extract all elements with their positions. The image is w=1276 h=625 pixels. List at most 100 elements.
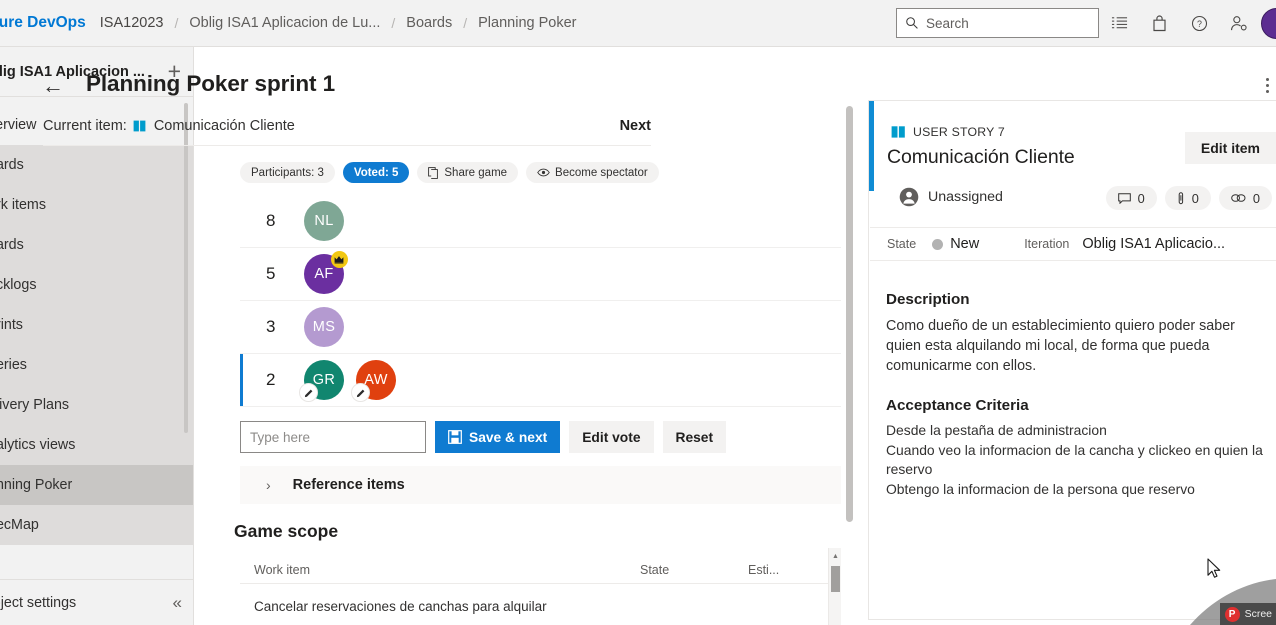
avatar-initials: MS xyxy=(304,307,344,347)
attachment-icon xyxy=(1178,191,1183,204)
breadcrumb-planning-poker[interactable]: Planning Poker xyxy=(478,15,576,31)
work-item-title: Comunicación Cliente xyxy=(887,146,1075,168)
edit-vote-label: Edit vote xyxy=(582,429,641,445)
description-title: Description xyxy=(886,291,970,308)
vote-value: 2 xyxy=(266,370,276,389)
game-scope-scroll-thumb[interactable] xyxy=(831,566,840,592)
link-counter[interactable]: 0 xyxy=(1218,186,1272,210)
reset-button[interactable]: Reset xyxy=(662,421,727,453)
sidebar-item-backlogs[interactable]: acklogs xyxy=(0,265,193,305)
description-body: Como dueño de un establecimiento quiero … xyxy=(886,318,1235,374)
share-game-label: Share game xyxy=(444,166,508,179)
vote-avatars: GR AW xyxy=(299,360,396,402)
mouse-cursor xyxy=(1207,558,1222,584)
user-avatar[interactable] xyxy=(1261,7,1276,39)
edit-vote-button[interactable]: Edit vote xyxy=(569,421,654,453)
share-game-button[interactable]: Share game xyxy=(417,162,519,183)
user-story-book-icon xyxy=(133,119,147,133)
sidebar-item-specmap[interactable]: pecMap xyxy=(0,505,193,545)
avatar[interactable]: AW xyxy=(351,360,396,402)
vote-avatars: NL xyxy=(304,201,344,241)
recorder-label: Scree xyxy=(1244,608,1272,620)
tasks-icon[interactable] xyxy=(1099,3,1139,43)
scroll-up-icon[interactable]: ▲ xyxy=(831,553,840,560)
sidebar-item-work-items[interactable]: ork items xyxy=(0,185,193,225)
vote-rows-list: 8 NL 5 AF 3 MS 2 GR AW xyxy=(240,195,841,407)
state-value[interactable]: New xyxy=(950,236,979,252)
sidebar-item-delivery-plans[interactable]: elivery Plans xyxy=(0,385,193,425)
vote-row-selected[interactable]: 2 GR AW xyxy=(240,354,841,407)
breadcrumb-separator: / xyxy=(391,15,396,31)
sidebar-item-planning-poker[interactable]: anning Poker xyxy=(0,465,193,505)
sidebar-item-analytics-views[interactable]: nalytics views xyxy=(0,425,193,465)
breadcrumb-project[interactable]: Oblig ISA1 Aplicacion de Lu... xyxy=(189,15,380,31)
azure-devops-logo[interactable]: zure DevOps xyxy=(0,14,86,32)
assignee[interactable]: Unassigned xyxy=(899,187,1003,207)
recorder-badge[interactable]: P Scree xyxy=(1219,603,1276,625)
back-button[interactable]: ← xyxy=(42,75,64,97)
save-and-next-label: Save & next xyxy=(469,429,548,445)
sidebar-item-label: verview xyxy=(0,117,37,133)
sidebar-item-project-settings[interactable]: roject settings xyxy=(0,595,76,611)
game-scope-table: Work item State Esti... Cancelar reserva… xyxy=(240,556,832,614)
edit-pencil-icon[interactable] xyxy=(351,383,370,402)
breadcrumb-boards[interactable]: Boards xyxy=(406,15,452,31)
record-icon: P xyxy=(1224,606,1240,622)
column-header-state[interactable]: State xyxy=(640,563,748,577)
vote-input[interactable] xyxy=(240,421,426,453)
sidebar-scrollbar[interactable] xyxy=(184,103,188,433)
avatar[interactable]: GR xyxy=(299,360,344,402)
crown-icon xyxy=(331,251,348,268)
avatar[interactable]: MS xyxy=(304,307,344,347)
sidebar-item-label: anning Poker xyxy=(0,477,73,493)
save-and-next-button[interactable]: Save & next xyxy=(435,421,561,453)
become-spectator-button[interactable]: Become spectator xyxy=(526,162,659,183)
reset-label: Reset xyxy=(675,429,714,445)
app-root: zure DevOps ISA12023 / Oblig ISA1 Aplica… xyxy=(0,0,1276,625)
help-icon[interactable]: ? xyxy=(1179,3,1219,43)
iteration-value[interactable]: Oblig ISA1 Aplicacio... xyxy=(1082,236,1225,252)
vote-row[interactable]: 3 MS xyxy=(240,301,841,354)
avatar[interactable]: NL xyxy=(304,201,344,241)
vote-row[interactable]: 8 NL xyxy=(240,195,841,248)
avatar-initials: NL xyxy=(304,201,344,241)
voted-label: Voted: 5 xyxy=(353,166,399,179)
marketplace-bag-icon[interactable] xyxy=(1139,3,1179,43)
work-item-counters: 0 0 0 xyxy=(1105,186,1272,210)
sidebar-item-sprints[interactable]: prints xyxy=(0,305,193,345)
edit-pencil-icon[interactable] xyxy=(299,383,318,402)
user-settings-icon[interactable] xyxy=(1219,3,1259,43)
attachment-counter[interactable]: 0 xyxy=(1164,186,1211,210)
vote-row[interactable]: 5 AF xyxy=(240,248,841,301)
sidebar-item-boards[interactable]: oards xyxy=(0,145,193,185)
sidebar-item-queries[interactable]: ueries xyxy=(0,345,193,385)
work-item-type-label: USER STORY 7 xyxy=(913,125,1005,139)
sidebar-item-label: pecMap xyxy=(0,517,39,533)
sidebar-item-label: oards xyxy=(0,237,24,253)
more-options-icon[interactable] xyxy=(1266,78,1269,93)
breadcrumb-organization[interactable]: ISA12023 xyxy=(100,15,164,31)
comment-counter[interactable]: 0 xyxy=(1105,186,1157,210)
column-header-work-item[interactable]: Work item xyxy=(240,563,640,577)
reference-items-section[interactable]: › Reference items xyxy=(240,466,841,504)
acceptance-criteria-body: Desde la pestaña de administracion Cuand… xyxy=(886,422,1263,497)
attachment-count: 0 xyxy=(1191,190,1199,206)
table-row[interactable]: Cancelar reservaciones de canchas para a… xyxy=(240,584,832,614)
column-header-estimate[interactable]: Esti... xyxy=(748,563,808,577)
sidebar-item-boards-sub[interactable]: oards xyxy=(0,225,193,265)
vote-value: 5 xyxy=(266,264,276,283)
collapse-sidebar-icon[interactable]: « xyxy=(173,593,182,613)
vote-value: 3 xyxy=(266,317,276,336)
edit-item-button[interactable]: Edit item xyxy=(1184,132,1276,164)
next-button[interactable]: Next xyxy=(620,118,651,134)
game-scope-title: Game scope xyxy=(234,521,339,541)
edit-item-label: Edit item xyxy=(1200,140,1260,156)
sidebar-item-label: acklogs xyxy=(0,277,37,293)
top-navigation-bar: zure DevOps ISA12023 / Oblig ISA1 Aplica… xyxy=(0,0,1276,47)
vote-actions-row: Save & next Edit vote Reset xyxy=(240,421,727,453)
search-icon xyxy=(906,17,918,29)
search-input[interactable]: Search xyxy=(896,8,1099,38)
page-title: Planning Poker sprint 1 xyxy=(86,71,336,96)
avatar[interactable]: AF xyxy=(304,251,348,294)
main-content-scrollbar[interactable] xyxy=(846,106,853,522)
